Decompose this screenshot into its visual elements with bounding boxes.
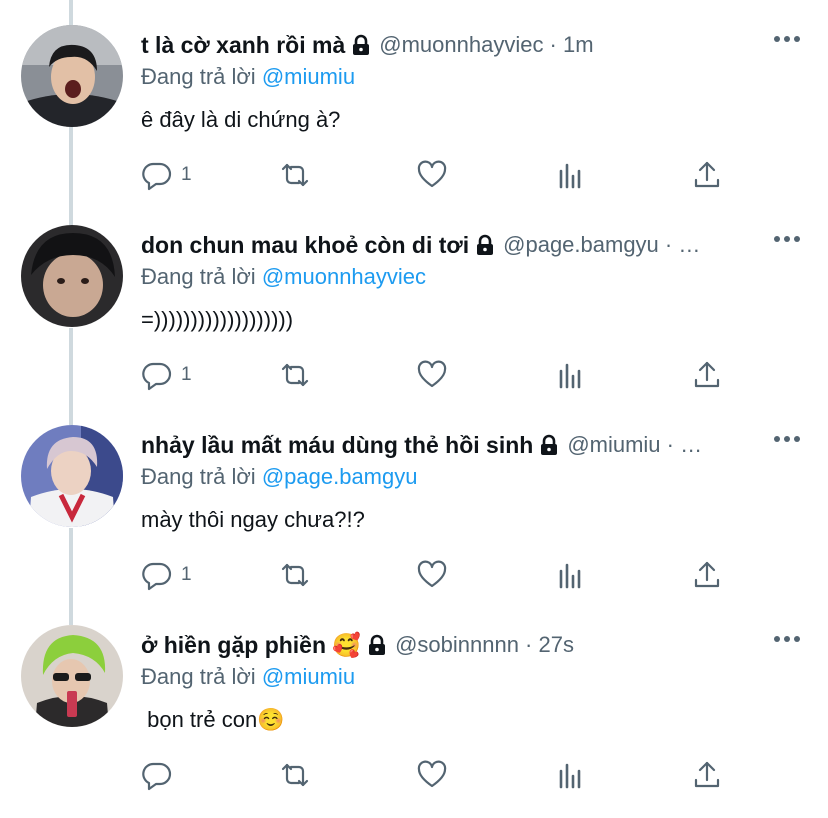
tweet-header: don chun mau khoẻ còn di tơi @page.bamgy… xyxy=(141,228,808,262)
heart-icon xyxy=(417,560,447,588)
share-button[interactable] xyxy=(691,557,723,593)
reply-button[interactable]: 1 xyxy=(141,557,192,593)
tweet-text: mày thôi ngay chưa?!? xyxy=(141,507,365,532)
reply-button[interactable]: 1 xyxy=(141,357,192,393)
replying-to-label: Đang trả lời xyxy=(141,464,256,489)
retweet-icon xyxy=(281,763,309,787)
heart-icon xyxy=(417,760,447,788)
retweet-icon xyxy=(281,163,309,187)
display-name[interactable]: t là cờ xanh rồi mà xyxy=(141,32,345,59)
reply-count: 1 xyxy=(181,164,192,185)
avatar[interactable] xyxy=(21,425,123,527)
heart-icon xyxy=(417,360,447,388)
mention-link[interactable]: @miumiu xyxy=(262,664,355,689)
mention-link[interactable]: @miumiu xyxy=(262,64,355,89)
handle-and-time[interactable]: @sobinnnnn · 27s xyxy=(395,632,574,658)
tweet-header: ở hiền gặp phiền 🥰 @sobinnnnn · 27s xyxy=(141,628,808,662)
replying-to: Đang trả lời @miumiu xyxy=(141,64,355,90)
replying-to: Đang trả lời @muonnhayviec xyxy=(141,264,426,290)
handle-and-time[interactable]: @miumiu · … xyxy=(567,432,702,458)
share-icon xyxy=(694,561,720,588)
share-button[interactable] xyxy=(691,157,723,193)
tweet-actions: 1 xyxy=(141,557,741,593)
views-chart-icon xyxy=(559,763,581,789)
retweet-button[interactable] xyxy=(279,157,311,193)
share-button[interactable] xyxy=(691,757,723,793)
lock-icon xyxy=(477,234,494,255)
share-icon xyxy=(694,761,720,788)
retweet-icon xyxy=(281,563,309,587)
tweet-header: nhảy lầu mất máu dùng thẻ hồi sinh @mium… xyxy=(141,428,808,462)
avatar[interactable] xyxy=(21,625,123,727)
tweet-actions: 1 xyxy=(141,157,741,193)
tweet-text: ê đây là di chứng à? xyxy=(141,107,341,132)
mention-link[interactable]: @muonnhayviec xyxy=(262,264,426,289)
tweet[interactable]: nhảy lầu mất máu dùng thẻ hồi sinh @mium… xyxy=(0,400,828,600)
reply-count: 1 xyxy=(181,564,192,585)
retweet-button[interactable] xyxy=(279,357,311,393)
replying-to: Đang trả lời @miumiu xyxy=(141,664,355,690)
views-button[interactable] xyxy=(555,357,587,393)
views-chart-icon xyxy=(559,563,581,589)
lock-icon xyxy=(353,34,370,55)
reply-count: 1 xyxy=(181,364,192,385)
lock-icon xyxy=(541,434,558,455)
more-options-icon[interactable] xyxy=(774,234,800,244)
handle-and-time[interactable]: @muonnhayviec · 1m xyxy=(379,32,593,58)
replying-to-label: Đang trả lời xyxy=(141,664,256,689)
more-options-icon[interactable] xyxy=(774,434,800,444)
retweet-icon xyxy=(281,363,309,387)
share-icon xyxy=(694,361,720,388)
avatar[interactable] xyxy=(21,225,123,327)
tweet-text: =))))))))))))))))))) xyxy=(141,307,294,332)
replying-to: Đang trả lời @page.bamgyu xyxy=(141,464,417,490)
reply-button[interactable]: 1 xyxy=(141,157,192,193)
more-options-icon[interactable] xyxy=(774,34,800,44)
retweet-button[interactable] xyxy=(279,757,311,793)
display-name[interactable]: ở hiền gặp phiền 🥰 xyxy=(141,632,361,659)
display-name[interactable]: don chun mau khoẻ còn di tơi xyxy=(141,232,469,259)
views-chart-icon xyxy=(559,363,581,389)
views-button[interactable] xyxy=(555,157,587,193)
views-chart-icon xyxy=(559,163,581,189)
tweet-header: t là cờ xanh rồi mà @muonnhayviec · 1m xyxy=(141,28,808,62)
share-button[interactable] xyxy=(691,357,723,393)
heart-icon xyxy=(417,160,447,188)
more-options-icon[interactable] xyxy=(774,634,800,644)
like-button[interactable] xyxy=(416,357,448,393)
handle-and-time[interactable]: @page.bamgyu · … xyxy=(503,232,700,258)
like-button[interactable] xyxy=(416,157,448,193)
replying-to-label: Đang trả lời xyxy=(141,64,256,89)
tweet[interactable]: t là cờ xanh rồi mà @muonnhayviec · 1m Đ… xyxy=(0,0,828,200)
replying-to-label: Đang trả lời xyxy=(141,264,256,289)
tweet-actions xyxy=(141,757,741,793)
tweet[interactable]: ở hiền gặp phiền 🥰 @sobinnnnn · 27s Đang… xyxy=(0,600,828,800)
reply-icon xyxy=(142,562,172,591)
like-button[interactable] xyxy=(416,757,448,793)
tweet[interactable]: don chun mau khoẻ còn di tơi @page.bamgy… xyxy=(0,200,828,400)
reply-icon xyxy=(142,362,172,391)
share-icon xyxy=(694,161,720,188)
reply-icon xyxy=(142,762,172,791)
tweet-actions: 1 xyxy=(141,357,741,393)
retweet-button[interactable] xyxy=(279,557,311,593)
display-name[interactable]: nhảy lầu mất máu dùng thẻ hồi sinh xyxy=(141,432,533,459)
mention-link[interactable]: @page.bamgyu xyxy=(262,464,418,489)
reply-icon xyxy=(142,162,172,191)
views-button[interactable] xyxy=(555,757,587,793)
tweet-text: bọn trẻ con☺️ xyxy=(141,707,285,732)
lock-icon xyxy=(369,634,386,655)
like-button[interactable] xyxy=(416,557,448,593)
avatar[interactable] xyxy=(21,25,123,127)
views-button[interactable] xyxy=(555,557,587,593)
reply-button[interactable] xyxy=(141,757,181,793)
